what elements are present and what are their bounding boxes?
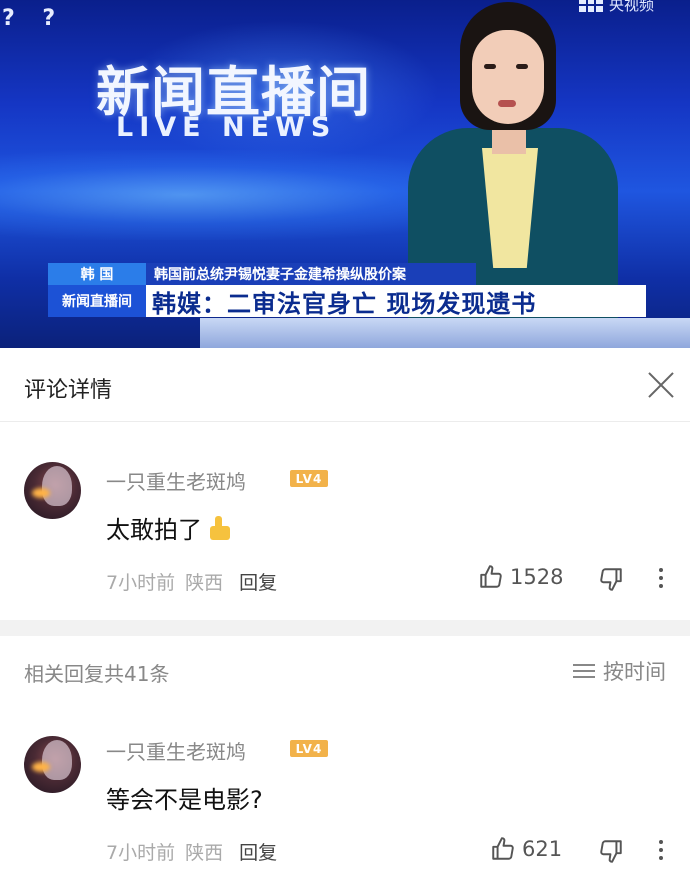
username[interactable]: 一只重生老斑鸠 — [106, 736, 246, 765]
comment-text: 太敢拍了 — [106, 510, 234, 545]
corner-marks: ? ? — [2, 6, 66, 31]
thumbs-up-icon — [492, 837, 514, 860]
reply-button[interactable]: 回复 — [239, 838, 277, 865]
close-icon[interactable] — [646, 370, 676, 400]
comment-meta: 7小时前 陕西 回复 — [106, 568, 277, 595]
replies-header: 相关回复共41条 按时间 — [0, 636, 690, 706]
more-icon[interactable] — [658, 840, 664, 864]
reply-time: 7小时前 — [106, 842, 176, 864]
like-count: 1528 — [510, 565, 564, 589]
more-icon[interactable] — [658, 568, 664, 592]
reply-meta: 7小时前 陕西 回复 — [106, 838, 277, 865]
like-button[interactable]: 1528 — [478, 564, 563, 590]
reply-location: 陕西 — [185, 842, 224, 864]
headline: 韩媒：二审法官身亡 现场发现遗书 — [146, 285, 646, 318]
thumbs-down-icon — [600, 840, 622, 863]
avatar[interactable] — [24, 736, 81, 793]
level-badge: LV4 — [290, 470, 328, 487]
program-logo-en: LIVE NEWS — [116, 112, 337, 143]
comment-location: 陕西 — [185, 572, 224, 594]
reply-body: 等会不是电影? — [106, 786, 263, 814]
reply-button[interactable]: 回复 — [239, 568, 277, 595]
comment-panel-header: 评论详情 — [0, 348, 690, 422]
username[interactable]: 一只重生老斑鸠 — [106, 466, 246, 495]
main-comment: 一只重生老斑鸠 LV4 太敢拍了 7小时前 陕西 回复 1528 — [0, 422, 690, 594]
dislike-button[interactable] — [598, 838, 624, 868]
section-divider — [0, 620, 690, 636]
comment-body: 太敢拍了 — [106, 516, 202, 544]
reply-text: 等会不是电影? — [106, 780, 263, 815]
sort-icon — [573, 660, 595, 682]
thumbs-up-emoji-icon — [206, 514, 234, 542]
subheadline: 韩国前总统尹锡悦妻子金建希操纵股价案 — [146, 263, 476, 285]
sort-label: 按时间 — [603, 660, 666, 684]
like-count: 621 — [522, 837, 563, 861]
panel-title: 评论详情 — [24, 378, 113, 403]
sort-button[interactable]: 按时间 — [573, 656, 666, 686]
reply-comment: 一只重生老斑鸠 LV4 等会不是电影? 7小时前 陕西 回复 621 — [0, 706, 690, 887]
video-player[interactable]: ? ? 央视频 新闻直播间 LIVE NEWS 韩 国 韩国前总统尹锡悦妻子金建… — [0, 0, 690, 348]
dislike-button[interactable] — [598, 566, 624, 596]
region-tag: 韩 国 — [48, 263, 146, 285]
replies-count: 相关回复共41条 — [24, 662, 170, 686]
avatar[interactable] — [24, 462, 81, 519]
thumbs-down-icon — [600, 568, 622, 591]
lower-third-logo: 新闻直播间 — [48, 285, 146, 317]
thumbs-up-icon — [480, 565, 502, 588]
news-desk — [200, 318, 690, 348]
level-badge: LV4 — [290, 740, 328, 757]
like-button[interactable]: 621 — [490, 836, 562, 862]
comment-time: 7小时前 — [106, 572, 176, 594]
